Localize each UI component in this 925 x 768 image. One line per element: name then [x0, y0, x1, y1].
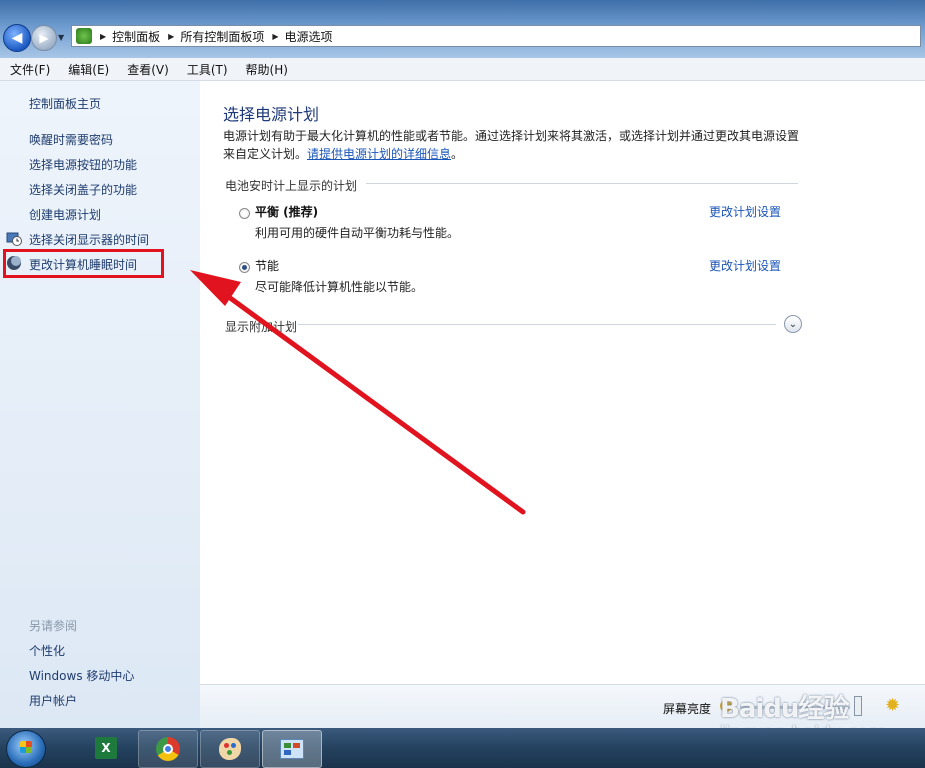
sidebar-link-wake-password[interactable]: 唤醒时需要密码 [29, 131, 113, 148]
see-also-personalization[interactable]: 个性化 [29, 642, 65, 659]
section-label-battery-plans: 电池安时计上显示的计划 [225, 179, 358, 193]
plan-radio-power-saver[interactable] [239, 262, 250, 273]
description-text-2: 来自定义计划。 [223, 147, 308, 161]
breadcrumb-control-panel[interactable]: 控制面板 [112, 28, 160, 45]
taskbar-excel[interactable]: X [78, 730, 134, 766]
main-content: 选择电源计划 电源计划有助于最大化计算机的性能或者节能。通过选择计划来将其激活，… [200, 81, 925, 729]
see-also-heading: 另请参阅 [29, 619, 78, 633]
highlight-annotation-box [3, 249, 164, 278]
show-additional-plans-label[interactable]: 显示附加计划 [225, 318, 297, 335]
taskbar-paint[interactable] [200, 730, 260, 768]
plan-radio-balanced[interactable] [239, 208, 250, 219]
menu-edit[interactable]: 编辑(E) [58, 61, 117, 78]
brightness-high-icon: ✹ [885, 695, 901, 716]
breadcrumb-separator-icon[interactable]: ▶ [168, 32, 174, 41]
section-divider [298, 324, 776, 325]
forward-button[interactable]: ▶ [31, 25, 57, 51]
taskbar-control-panel[interactable] [262, 730, 322, 768]
description-suffix: 。 [451, 147, 464, 161]
plan-description-balanced: 利用可用的硬件自动平衡功耗与性能。 [255, 226, 460, 240]
expand-button[interactable]: ⌄ [784, 315, 802, 333]
paint-palette-icon [219, 738, 241, 760]
window-titlebar: ◀ ▶ ▼ ▶ 控制面板 ▶ 所有控制面板项 ▶ 电源选项 [0, 0, 925, 58]
see-also-mobility-center[interactable]: Windows 移动中心 [29, 667, 134, 684]
task-pane: 控制面板主页 唤醒时需要密码 选择电源按钮的功能 选择关闭盖子的功能 创建电源计… [0, 81, 200, 728]
page-description: 电源计划有助于最大化计算机的性能或者节能。通过选择计划来将其激活，或选择计划并通… [223, 127, 813, 163]
section-divider [366, 183, 798, 184]
control-panel-window-icon [280, 739, 304, 759]
breadcrumb-all-items[interactable]: 所有控制面板项 [180, 28, 264, 45]
see-also-user-accounts[interactable]: 用户帐户 [29, 692, 77, 709]
breadcrumb-separator-icon[interactable]: ▶ [272, 32, 278, 41]
plan-name-power-saver[interactable]: 节能 [255, 257, 279, 274]
excel-icon: X [95, 737, 117, 759]
menu-file[interactable]: 文件(F) [0, 61, 58, 78]
sidebar-link-create-plan[interactable]: 创建电源计划 [29, 206, 101, 223]
plan-description-power-saver: 尽可能降低计算机性能以节能。 [255, 280, 424, 294]
menu-help[interactable]: 帮助(H) [236, 61, 296, 78]
sidebar-link-power-buttons[interactable]: 选择电源按钮的功能 [29, 156, 137, 173]
sidebar-link-lid-close[interactable]: 选择关闭盖子的功能 [29, 181, 137, 198]
arrow-right-icon: ▶ [39, 31, 49, 45]
change-plan-settings-link-balanced[interactable]: 更改计划设置 [709, 203, 781, 220]
breadcrumb-power-options[interactable]: 电源选项 [285, 28, 333, 45]
recent-pages-dropdown[interactable]: ▼ [58, 33, 64, 42]
sidebar-link-control-panel-home[interactable]: 控制面板主页 [29, 95, 101, 112]
breadcrumb-separator-icon[interactable]: ▶ [100, 32, 106, 41]
address-bar[interactable]: ▶ 控制面板 ▶ 所有控制面板项 ▶ 电源选项 [71, 25, 921, 47]
control-panel-icon [76, 28, 92, 44]
chrome-icon [156, 737, 180, 761]
windows-logo-icon [20, 741, 32, 753]
back-button[interactable]: ◀ [3, 24, 31, 52]
menu-view[interactable]: 查看(V) [117, 61, 177, 78]
start-button[interactable] [6, 730, 46, 768]
brightness-label: 屏幕亮度 [663, 702, 712, 716]
chevron-down-icon: ⌄ [788, 318, 798, 330]
monitor-clock-icon [6, 232, 22, 246]
page-title: 选择电源计划 [223, 105, 320, 124]
arrow-left-icon: ◀ [11, 30, 23, 46]
taskbar: X [0, 728, 925, 768]
watermark-logo: Baidu经验 [720, 694, 849, 724]
sidebar-link-display-off[interactable]: 选择关闭显示器的时间 [29, 231, 149, 248]
plan-name-balanced[interactable]: 平衡 (推荐) [255, 203, 318, 220]
menu-bar: 文件(F) 编辑(E) 查看(V) 工具(T) 帮助(H) [0, 58, 925, 81]
taskbar-chrome[interactable] [138, 730, 198, 768]
plan-details-link[interactable]: 请提供电源计划的详细信息 [307, 147, 451, 161]
menu-tools[interactable]: 工具(T) [177, 61, 236, 78]
change-plan-settings-link-power-saver[interactable]: 更改计划设置 [709, 257, 781, 274]
description-text: 电源计划有助于最大化计算机的性能或者节能。通过选择计划来将其激活，或选择计划并通… [223, 129, 800, 143]
